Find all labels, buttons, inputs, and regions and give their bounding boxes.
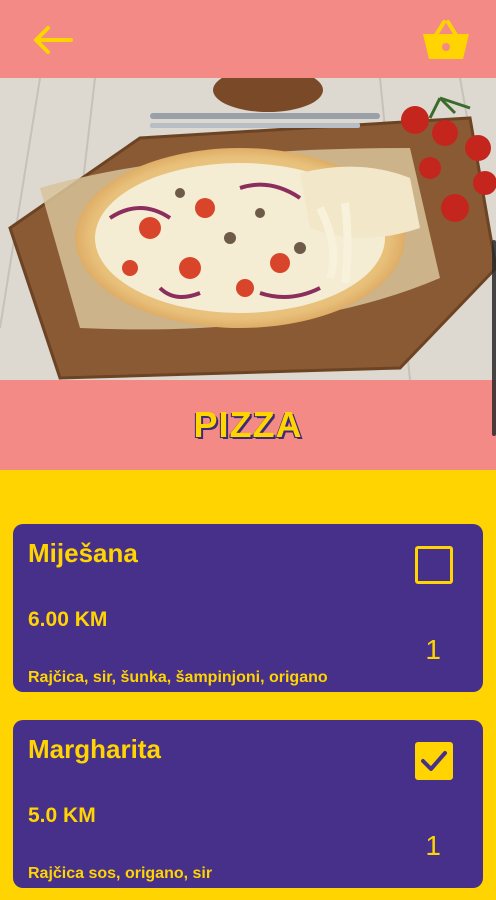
top-app-bar	[0, 0, 496, 78]
item-name: Margharita	[28, 734, 161, 764]
item-name: Miješana	[28, 538, 138, 568]
category-header: PIZZA	[0, 380, 496, 470]
item-select-checkbox[interactable]	[415, 742, 453, 780]
cart-button[interactable]	[418, 14, 474, 66]
pizza-photo	[0, 78, 496, 380]
item-description: Rajčica sos, origano, sir	[28, 865, 213, 882]
item-price: 5.0 KM	[28, 804, 96, 827]
item-price: 6.00 KM	[28, 608, 108, 631]
item-quantity: 1	[425, 830, 441, 861]
arrow-left-icon	[34, 26, 73, 54]
menu-item-card[interactable]: Miješana 6.00 KM 1 Rajčica, sir, šunka, …	[13, 524, 483, 692]
item-select-checkbox[interactable]	[415, 546, 453, 584]
category-title: PIZZA	[193, 404, 303, 445]
check-icon	[421, 751, 447, 771]
menu-item-card[interactable]: Margharita 5.0 KM 1 Rajčica sos, origano…	[13, 720, 483, 888]
item-quantity: 1	[425, 634, 441, 665]
back-button[interactable]	[28, 18, 78, 62]
scroll-indicator[interactable]	[492, 240, 496, 436]
item-description: Rajčica, sir, šunka, šampinjoni, origano	[28, 669, 328, 686]
basket-icon	[423, 20, 469, 59]
